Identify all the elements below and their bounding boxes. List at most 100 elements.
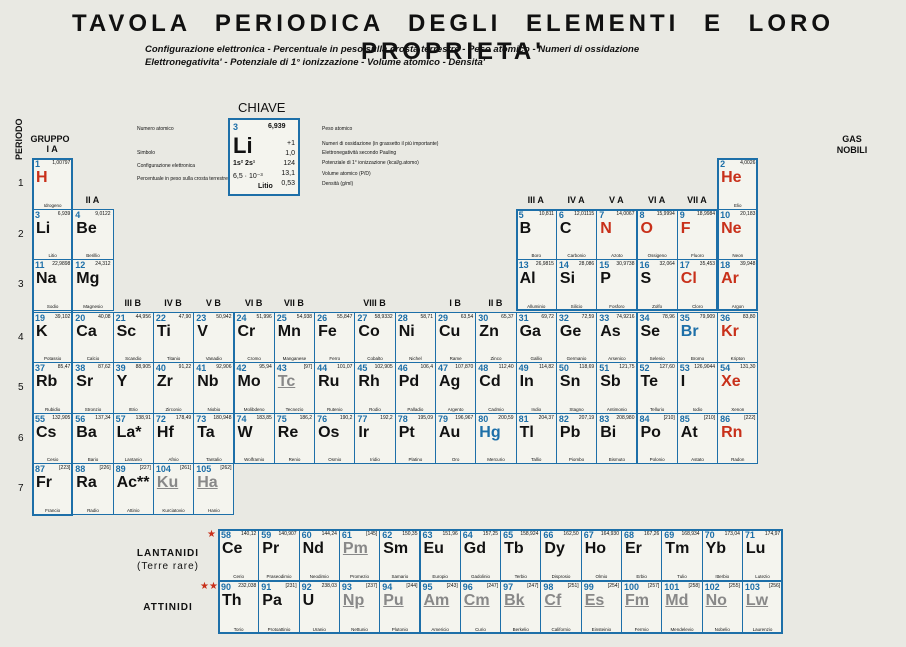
element-symbol: Os bbox=[318, 423, 340, 441]
element-symbol: Zr bbox=[156, 373, 173, 390]
atomic-weight: [222] bbox=[744, 414, 756, 421]
element-symbol: Bi bbox=[600, 423, 617, 441]
atomic-weight: 9,0122 bbox=[95, 210, 111, 217]
element-name: Cadmio bbox=[488, 406, 504, 412]
element-name: Germanio bbox=[566, 356, 587, 361]
element-cell-afnio: 72 178,49 Hf Afnio bbox=[152, 412, 195, 464]
element-symbol: Tc bbox=[277, 373, 296, 390]
group-label: VI A bbox=[648, 195, 666, 205]
atomic-number: 78 bbox=[397, 413, 408, 424]
element-symbol: Y bbox=[116, 373, 128, 390]
element-name: Zirconio bbox=[165, 406, 182, 412]
element-cell-radio: 88 [226] Ra Radio bbox=[72, 463, 114, 515]
atomic-weight: 102,905 bbox=[374, 364, 393, 370]
element-name: Attinio bbox=[126, 507, 140, 513]
key-label-right: Peso atomico bbox=[322, 126, 353, 132]
element-symbol: Fe bbox=[318, 322, 337, 340]
element-symbol: Rn bbox=[721, 423, 743, 441]
element-symbol: Ku bbox=[156, 474, 179, 491]
element-cell-zinco: 30 65,37 Zn Zinco bbox=[475, 311, 517, 363]
element-name: Tantalio bbox=[206, 457, 222, 462]
atomic-weight: 106,4 bbox=[420, 364, 433, 370]
element-cell-gallio: 31 69,72 Ga Gallio bbox=[515, 311, 557, 363]
element-symbol: Zn bbox=[479, 322, 499, 340]
element-cell-osmio: 76 190,2 Os Osmio bbox=[314, 412, 356, 464]
key-density: 0,53 bbox=[281, 180, 295, 187]
key-volume: 13,1 bbox=[281, 170, 295, 177]
element-symbol: Ca bbox=[76, 322, 97, 340]
table-block-outline bbox=[717, 158, 759, 311]
atomic-weight: 131,30 bbox=[740, 364, 756, 370]
group-label: II A bbox=[85, 195, 100, 205]
atomic-number: 104 bbox=[155, 464, 171, 474]
atomic-number: 79 bbox=[438, 413, 449, 424]
group-label: VII A bbox=[687, 195, 707, 205]
key-label-right: Numeri di ossidazione (in grassetto il p… bbox=[322, 141, 439, 147]
element-cell-berillio: 4 9,0122 Be Berillio bbox=[72, 208, 114, 260]
atomic-weight: 192,2 bbox=[380, 414, 393, 421]
group-label: IV B bbox=[164, 298, 182, 308]
element-cell-tecnezio: 43 [97] Tc Tecnezio bbox=[273, 362, 316, 414]
element-symbol: Sc bbox=[116, 322, 137, 340]
atomic-weight: 65,37 bbox=[501, 313, 514, 320]
element-symbol: Po bbox=[640, 423, 661, 441]
element-cell-rodio: 45 102,905 Rh Rodio bbox=[354, 362, 396, 414]
atomic-weight: 121,75 bbox=[619, 364, 635, 370]
atomic-number: 36 bbox=[720, 312, 731, 323]
atomic-number: 51 bbox=[599, 363, 610, 373]
element-symbol: Ac** bbox=[116, 474, 150, 491]
atomic-number: 53 bbox=[679, 363, 690, 373]
group-label: I B bbox=[449, 298, 461, 308]
key-number: 3 bbox=[233, 122, 239, 132]
key-cell: 3 6,939 Li 1s² 2s¹ 6,5 · 10⁻³ Litio +1 1… bbox=[228, 118, 300, 196]
element-name: Molibdeno bbox=[243, 406, 265, 412]
group-label: VI B bbox=[244, 298, 263, 308]
key-label-left: Numero atomico bbox=[137, 126, 174, 132]
atomic-weight: 180,948 bbox=[213, 414, 232, 421]
element-symbol: Co bbox=[358, 322, 380, 340]
element-symbol: Br bbox=[680, 322, 699, 340]
atomic-weight: 79,909 bbox=[699, 313, 716, 320]
element-name: Rodio bbox=[369, 406, 381, 412]
element-name: Astato bbox=[691, 457, 704, 462]
atomic-number: 25 bbox=[276, 312, 287, 323]
atomic-weight: 112,40 bbox=[498, 364, 514, 370]
element-symbol: Pt bbox=[398, 423, 415, 441]
element-name: Radon bbox=[731, 457, 745, 462]
atomic-weight: 195,09 bbox=[417, 414, 433, 421]
atomic-weight: [210] bbox=[703, 414, 716, 421]
element-symbol: Cd bbox=[479, 373, 501, 390]
key-label-right: Potenziale di 1° ionizzazione (kcal/g.at… bbox=[322, 160, 419, 166]
atomic-weight: 178,49 bbox=[175, 414, 192, 421]
atomic-number: 46 bbox=[397, 363, 408, 373]
element-symbol: Ni bbox=[398, 322, 415, 340]
element-name: Zinco bbox=[490, 356, 502, 361]
atomic-number: 24 bbox=[236, 312, 247, 323]
atomic-number: 28 bbox=[397, 312, 408, 323]
atomic-weight: [227] bbox=[139, 465, 151, 471]
atomic-weight: 196,967 bbox=[455, 414, 474, 421]
period-number: 4 bbox=[18, 331, 24, 343]
element-name: Titanio bbox=[166, 356, 181, 361]
atomic-weight: 63,54 bbox=[460, 313, 474, 320]
atomic-number: 47 bbox=[438, 363, 449, 373]
element-symbol: At bbox=[680, 423, 698, 441]
element-symbol: In bbox=[519, 373, 534, 390]
element-name: Rutenio bbox=[326, 406, 343, 412]
atomic-number: 76 bbox=[317, 413, 328, 424]
element-cell-germanio: 32 72,59 Ge Germanio bbox=[555, 311, 598, 363]
element-cell-magnesio: 12 24,312 Mg Magnesio bbox=[72, 259, 114, 311]
element-symbol: Se bbox=[640, 322, 661, 340]
element-name: Nichel bbox=[409, 356, 422, 361]
element-name: Selenio bbox=[649, 356, 665, 361]
lanthanide-star: ★ bbox=[207, 529, 216, 540]
element-symbol: Hg bbox=[479, 423, 501, 441]
element-name: Cobalto bbox=[367, 356, 383, 361]
element-cell-arsenico: 33 74,9216 As Arsenico bbox=[596, 311, 638, 363]
element-name: Arsenico bbox=[608, 356, 626, 361]
atomic-weight: 88,905 bbox=[135, 364, 151, 370]
element-symbol: Sb bbox=[600, 373, 621, 390]
atomic-number: 38 bbox=[75, 363, 86, 373]
atomic-weight: 58,9332 bbox=[374, 313, 393, 320]
group-label: III B bbox=[124, 298, 141, 308]
